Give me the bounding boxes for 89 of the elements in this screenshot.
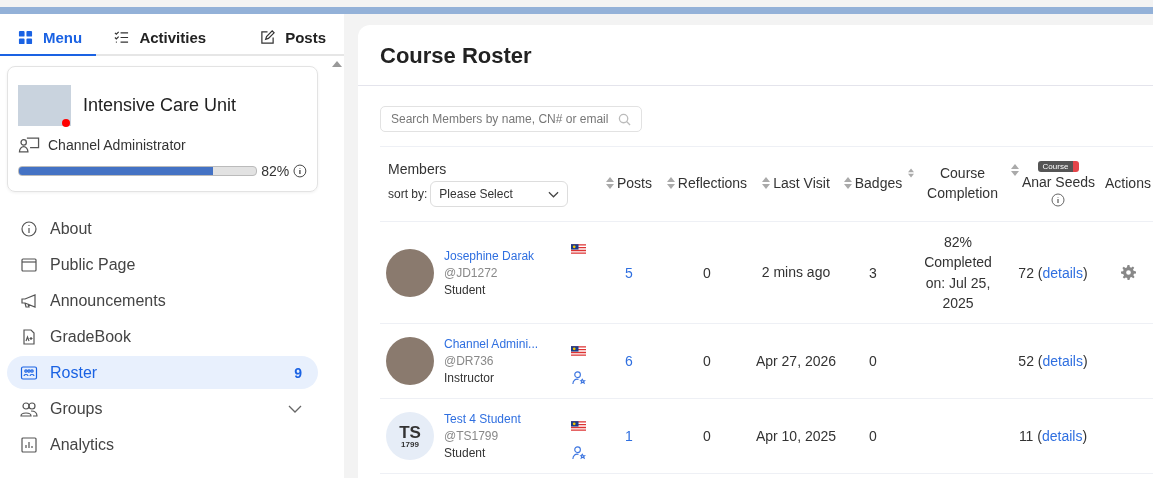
chart-icon bbox=[20, 435, 38, 454]
menu-item[interactable]: Announcements bbox=[7, 284, 318, 317]
member-handle: @TS1799 bbox=[444, 429, 500, 443]
column-header[interactable]: Anar Seeds bbox=[1021, 173, 1096, 193]
table-cell: 0 bbox=[869, 353, 877, 369]
page-title: Course Roster bbox=[379, 42, 533, 70]
window-icon bbox=[20, 255, 38, 274]
menu-item[interactable]: GradeBook bbox=[7, 320, 318, 353]
role-label: Channel Administrator bbox=[48, 136, 186, 153]
info-icon bbox=[20, 219, 38, 238]
sort-icon[interactable] bbox=[1010, 164, 1019, 177]
sidebar-tab[interactable]: Activities bbox=[96, 20, 243, 56]
seeds-count: 11 ( bbox=[1018, 428, 1042, 444]
member-name-link[interactable]: Josephine Darak bbox=[444, 248, 535, 263]
settings-icon[interactable] bbox=[1120, 265, 1136, 280]
column-header[interactable]: Badges bbox=[854, 174, 903, 194]
menu-item[interactable]: Groups bbox=[7, 392, 318, 425]
posts-link[interactable]: 5 bbox=[625, 264, 633, 281]
details-link[interactable]: details bbox=[1042, 353, 1083, 369]
table-cell-text: 82% Completed on: Jul 25, 2025 bbox=[923, 232, 993, 313]
sort-dropdown[interactable]: Please Select bbox=[430, 181, 569, 207]
chevron-down-icon bbox=[548, 190, 560, 198]
paren-text: ) bbox=[1082, 428, 1088, 444]
sort-icon[interactable] bbox=[908, 167, 915, 180]
search-field[interactable]: Search Members by name, CN# or email bbox=[380, 106, 642, 132]
presenter-icon bbox=[18, 136, 40, 153]
search-icon bbox=[618, 112, 631, 126]
avatar-placeholder bbox=[386, 248, 434, 297]
member-name-link[interactable]: Test 4 Student bbox=[444, 412, 521, 426]
column-header[interactable]: Course Completion bbox=[917, 164, 1008, 204]
progress-text: 82% bbox=[261, 163, 290, 179]
table-cell-text: 2 mins ago bbox=[761, 263, 831, 283]
photo-placeholder bbox=[18, 85, 71, 126]
member-role: Student bbox=[444, 282, 487, 297]
member-handle: @DR736 bbox=[444, 354, 495, 368]
avatar-placeholder bbox=[386, 337, 434, 385]
grid-icon bbox=[18, 29, 33, 45]
member-handle: @JD1272 bbox=[444, 265, 499, 280]
seeds-count: 72 ( bbox=[1018, 264, 1043, 281]
scroll-up-icon[interactable] bbox=[332, 61, 342, 67]
column-header[interactable]: Posts bbox=[617, 174, 652, 194]
details-link[interactable]: details bbox=[1041, 428, 1083, 444]
posts-link[interactable]: 1 bbox=[625, 428, 633, 444]
member-role: Instructor bbox=[444, 371, 495, 385]
edit-icon bbox=[260, 29, 276, 45]
details-link[interactable]: details bbox=[1042, 264, 1083, 281]
paren-text: ) bbox=[1082, 353, 1088, 369]
menu-item[interactable]: Roster 9 bbox=[7, 356, 318, 389]
checklist-icon bbox=[114, 29, 130, 45]
posts-link[interactable]: 6 bbox=[625, 353, 633, 369]
people-card-icon bbox=[20, 363, 38, 382]
course-badge: Course bbox=[1037, 161, 1080, 173]
column-header[interactable]: Actions bbox=[1105, 174, 1151, 194]
flag-icon bbox=[570, 346, 586, 356]
menu-item[interactable]: Public Page bbox=[7, 248, 318, 281]
sort-icon[interactable] bbox=[843, 177, 852, 190]
table-cell: 3 bbox=[869, 264, 877, 281]
table-cell: 0 bbox=[703, 353, 711, 369]
column-header[interactable]: Reflections bbox=[677, 174, 748, 194]
sidebar-tab[interactable]: Menu bbox=[0, 20, 97, 56]
sort-label: sort by: bbox=[388, 187, 428, 201]
document-icon bbox=[20, 327, 38, 346]
table-cell-text: Apr 10, 2025 bbox=[755, 426, 837, 446]
channel-name: Intensive Care Unit bbox=[83, 95, 237, 116]
sort-icon[interactable] bbox=[762, 177, 771, 190]
table-cell: 0 bbox=[869, 428, 877, 444]
megaphone-icon bbox=[20, 291, 38, 310]
table-cell: 0 bbox=[703, 428, 711, 444]
column-header[interactable]: Last Visit bbox=[773, 174, 830, 194]
info-icon[interactable] bbox=[293, 164, 307, 178]
seeds-count: 52 ( bbox=[1018, 353, 1043, 369]
sidebar-tab[interactable]: Posts bbox=[242, 20, 344, 56]
table-cell: 0 bbox=[703, 264, 711, 281]
member-name-link[interactable]: Channel Admini... bbox=[444, 337, 539, 351]
member-role: Student bbox=[444, 446, 487, 460]
count-label: 9 bbox=[294, 364, 302, 381]
menu-item[interactable]: Analytics bbox=[7, 428, 318, 461]
info-icon[interactable] bbox=[1051, 192, 1066, 207]
menu-item[interactable]: About bbox=[7, 212, 318, 245]
sort-icon[interactable] bbox=[606, 177, 614, 190]
flag-icon bbox=[570, 421, 586, 431]
group-icon bbox=[20, 399, 38, 418]
table-cell-text: Apr 27, 2026 bbox=[755, 351, 837, 371]
paren-text: ) bbox=[1082, 264, 1088, 281]
column-header: Members bbox=[388, 161, 447, 177]
chevron-down-icon[interactable] bbox=[288, 404, 302, 413]
sort-icon[interactable] bbox=[666, 177, 675, 190]
flag-icon bbox=[570, 244, 586, 254]
initials-avatar: TS 1799 bbox=[386, 412, 434, 460]
